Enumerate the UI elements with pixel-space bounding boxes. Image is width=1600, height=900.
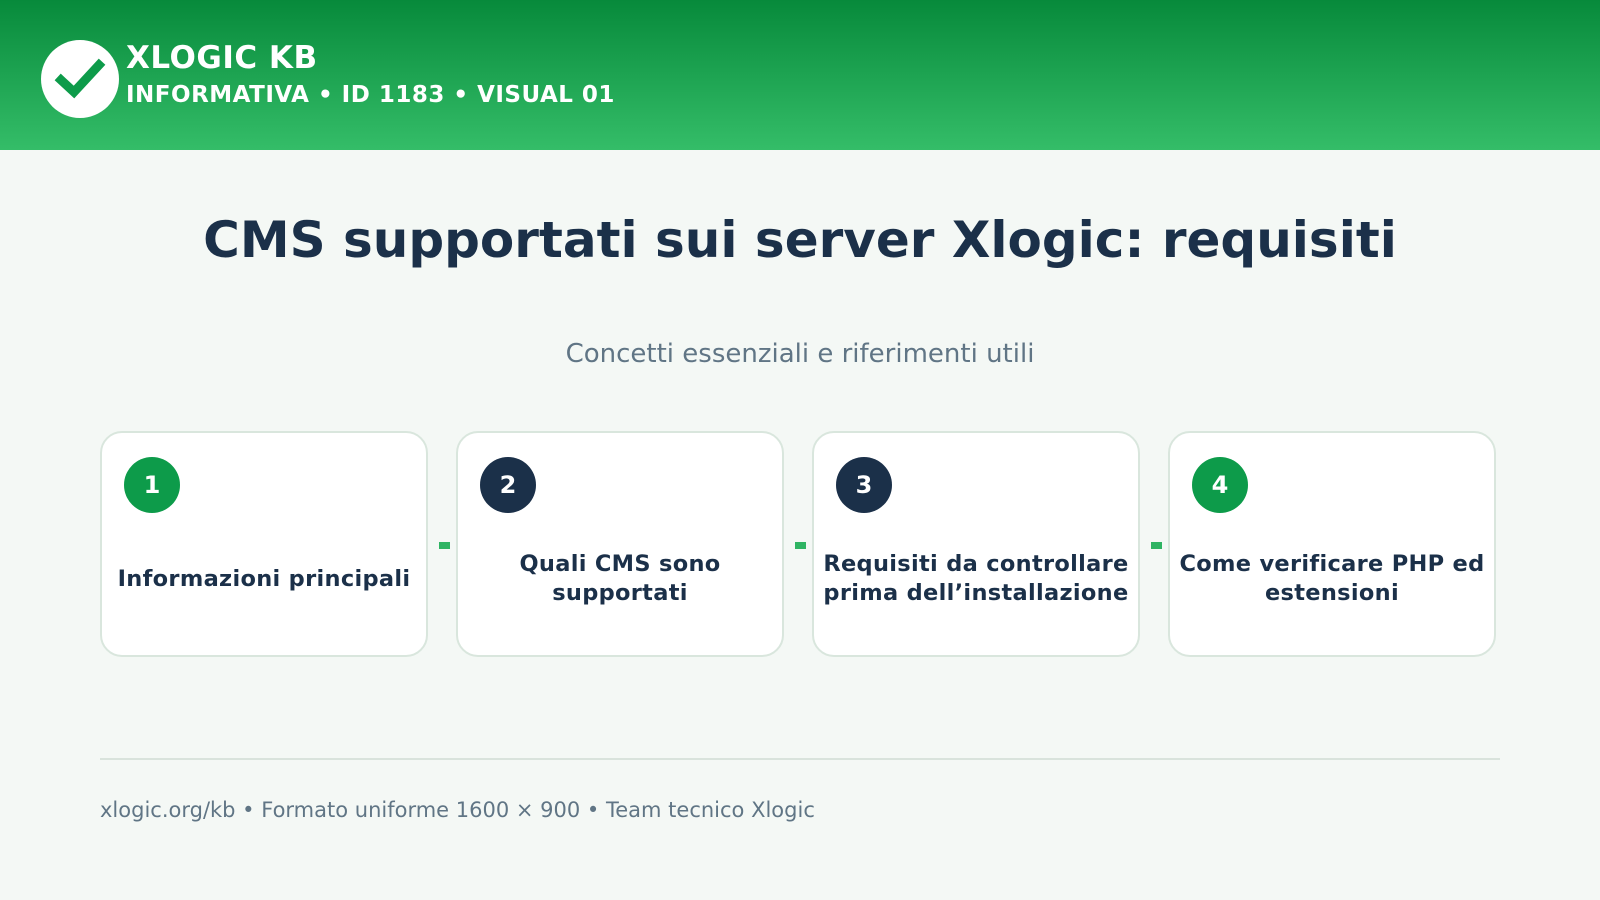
step-connector (795, 542, 806, 549)
step-card-3: 3 Requisiti da controllare prima dell’in… (812, 431, 1140, 657)
check-icon (54, 58, 106, 99)
step-card-4: 4 Come verificare PHP ed estensioni (1168, 431, 1496, 657)
brand-title: XLOGIC KB (126, 40, 318, 76)
logo (41, 40, 119, 118)
step-card-2: 2 Quali CMS sono supportati (456, 431, 784, 657)
step-label: Come verificare PHP ed estensioni (1179, 551, 1485, 606)
step-label: Quali CMS sono supportati (519, 551, 721, 606)
footer-divider (100, 758, 1500, 760)
step-number-badge: 3 (836, 457, 892, 513)
step-connector (439, 542, 450, 549)
page-title: CMS supportati sui server Xlogic: requis… (203, 211, 1397, 269)
step-number-badge: 4 (1192, 457, 1248, 513)
step-label: Requisiti da controllare prima dell’inst… (823, 551, 1129, 606)
step-label: Informazioni principali (117, 565, 411, 592)
brand-meta: INFORMATIVA • ID 1183 • VISUAL 01 (126, 82, 615, 108)
page-subtitle: Concetti essenziali e riferimenti utili (565, 339, 1035, 369)
footer-text: xlogic.org/kb • Formato uniforme 1600 × … (100, 798, 815, 822)
step-card-1: 1 Informazioni principali (100, 431, 428, 657)
step-connector (1151, 542, 1162, 549)
step-number-badge: 1 (124, 457, 180, 513)
step-number-badge: 2 (480, 457, 536, 513)
header-banner: XLOGIC KB INFORMATIVA • ID 1183 • VISUAL… (0, 0, 1600, 150)
